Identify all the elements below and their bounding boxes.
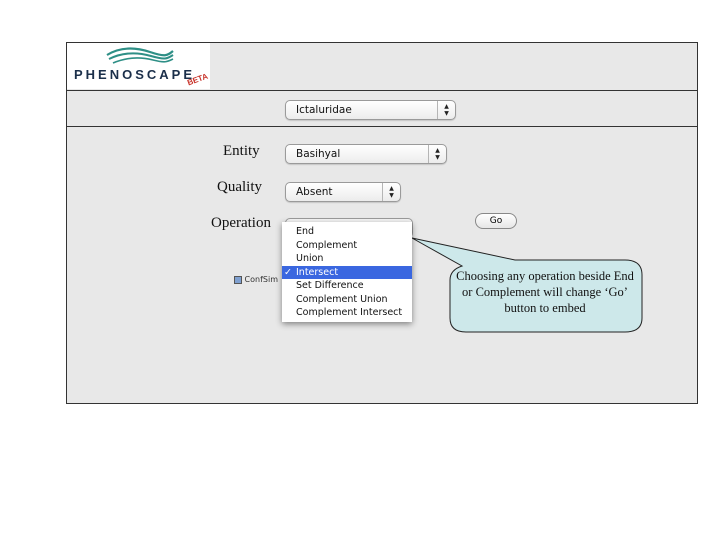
menu-item-set-difference[interactable]: Set Difference [282,279,412,293]
menu-item-union[interactable]: Union [282,252,412,266]
menu-item-end[interactable]: End [282,225,412,239]
menu-item-label: Complement [296,239,358,251]
menu-item-complement-intersect[interactable]: Complement Intersect [282,306,412,320]
menu-item-label: Complement Union [296,293,388,305]
menu-item-intersect[interactable]: ✓ Intersect [282,265,412,279]
menu-item-label: Union [296,253,324,264]
menu-item-label: Intersect [296,266,339,278]
callout-text: Choosing any operation beside End or Com… [456,269,634,315]
operation-dropdown-menu[interactable]: End Complement Union ✓ Intersect Set Diff… [282,222,412,322]
menu-item-complement-union[interactable]: Complement Union [282,293,412,307]
menu-item-complement[interactable]: Complement [282,239,412,253]
menu-item-label: Complement Intersect [296,307,403,318]
menu-item-label: End [296,226,315,237]
checkmark-icon: ✓ [284,266,292,278]
menu-item-label: Set Difference [296,280,364,291]
